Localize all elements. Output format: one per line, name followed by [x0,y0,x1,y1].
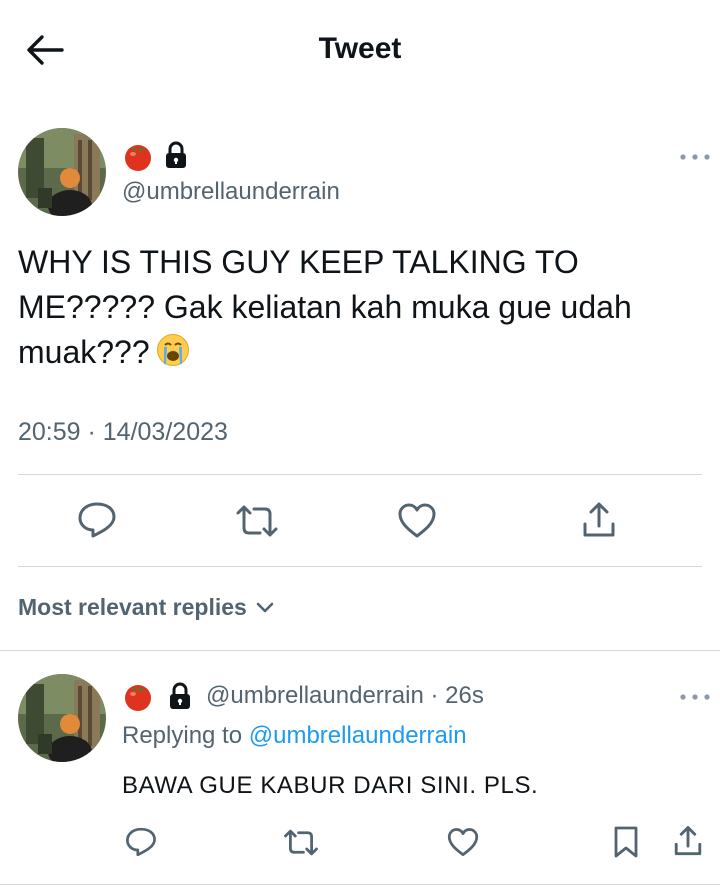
avatar[interactable] [18,128,106,216]
retweet-button[interactable] [234,502,280,545]
reply-header: @umbrellaunderrain · 26s [122,680,484,712]
heart-icon [447,828,479,857]
reply-share-button[interactable] [672,824,704,863]
tweet-text: WHY IS THIS GUY KEEP TALKING TO ME????? … [18,240,708,375]
replying-to-label: Replying to [122,722,243,749]
reply-bookmark-button[interactable] [612,825,640,864]
chevron-down-icon [256,602,274,612]
author-handle[interactable]: @umbrellaunderrain [122,178,340,206]
share-button[interactable] [580,500,618,545]
divider [18,474,702,475]
page-title: Tweet [318,32,402,65]
lock-icon [170,682,190,709]
replying-to-link[interactable]: @umbrellaunderrain [249,722,467,749]
bookmark-icon [614,826,638,858]
reply-reply-button[interactable] [124,826,158,863]
retweet-icon [236,505,278,537]
reply-like-button[interactable] [446,827,480,863]
replying-to: Replying to @umbrellaunderrain [122,722,467,750]
divider [0,884,720,885]
more-options-icon[interactable] [678,150,712,164]
share-icon [674,826,702,856]
reply-button[interactable] [76,500,118,545]
retweet-icon [284,829,318,856]
heart-icon [398,503,436,538]
tweet-body: WHY IS THIS GUY KEEP TALKING TO ME????? … [18,244,632,370]
tomato-icon [125,145,151,171]
replies-sort-dropdown[interactable]: Most relevant replies [18,594,275,621]
avatar-photo [18,128,106,216]
lock-icon [166,141,186,168]
reply-avatar[interactable] [18,674,106,762]
reply-handle-time[interactable]: @umbrellaunderrain · 26s [206,682,484,710]
reply-text: BAWA GUE KABUR DARI SINI. PLS. [122,772,539,799]
divider [18,566,702,567]
reply-retweet-button[interactable] [282,827,320,863]
tweet-timestamp: 20:59 · 14/03/2023 [18,418,228,446]
avatar-photo [18,674,106,762]
crying-emoji-icon [156,334,189,366]
divider [0,650,720,651]
like-button[interactable] [396,502,438,545]
share-icon [583,502,615,537]
replies-sort-label: Most relevant replies [18,594,247,620]
comment-icon [78,502,116,538]
tomato-icon [125,685,151,711]
comment-icon [126,827,156,857]
more-options-icon[interactable] [678,690,712,704]
